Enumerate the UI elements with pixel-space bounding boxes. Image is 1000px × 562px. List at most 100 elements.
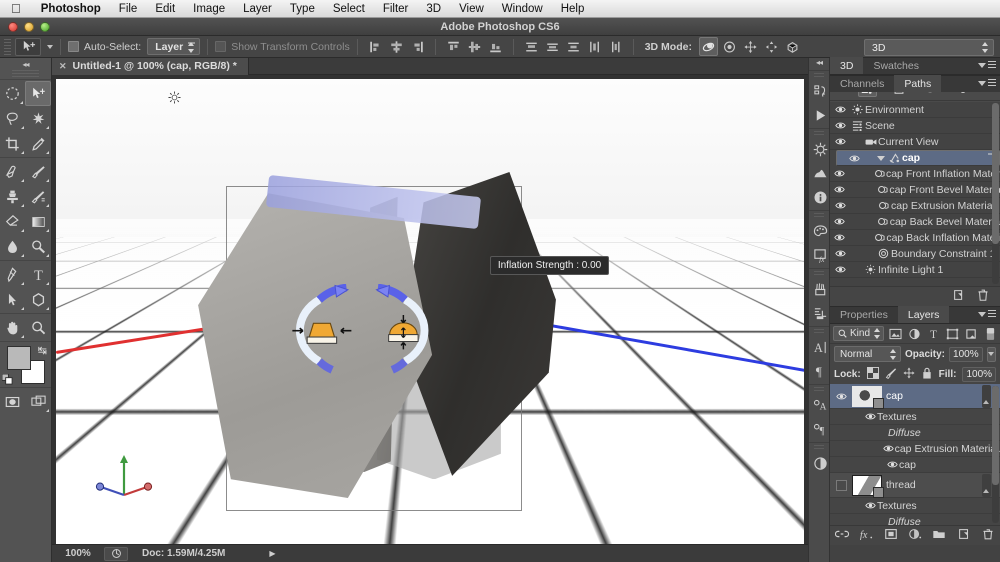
panel-menu-icon[interactable] <box>978 310 996 318</box>
rail-grip[interactable] <box>814 73 824 78</box>
history-brush-tool[interactable] <box>26 184 52 209</box>
lock-position-icon[interactable] <box>903 367 915 382</box>
align-horizontal-centers-icon[interactable] <box>387 37 406 56</box>
scene-item-environment[interactable]: Environment <box>830 102 1000 118</box>
scene-item-cap[interactable]: cap <box>836 150 1000 166</box>
distribute-bottom-icon[interactable] <box>564 37 583 56</box>
filter-image-icon[interactable] <box>889 326 903 341</box>
tab-layers[interactable]: Layers <box>898 306 950 323</box>
layer-row[interactable]: Diffuse <box>830 425 1000 441</box>
panel-menu-icon[interactable] <box>978 79 996 87</box>
sub-visibility-icon[interactable] <box>881 444 894 453</box>
zoom-tool[interactable] <box>26 315 52 340</box>
layers-panel-scrollbar[interactable] <box>992 386 999 523</box>
fill-value[interactable]: 100% <box>962 367 996 382</box>
lock-all-icon[interactable] <box>921 367 933 382</box>
scene-item-current-view[interactable]: Current View <box>830 134 1000 150</box>
brush-presets-icon[interactable] <box>809 277 831 301</box>
pan-3d-icon[interactable] <box>741 37 760 56</box>
layer-row[interactable]: Diffuse <box>830 514 1000 525</box>
distribute-left-icon[interactable] <box>585 37 604 56</box>
filter-shape-icon[interactable] <box>946 326 960 341</box>
menu-window[interactable]: Window <box>493 0 552 18</box>
tab-channels[interactable]: Channels <box>830 75 894 92</box>
visibility-toggle-icon[interactable] <box>830 233 848 242</box>
layer-row[interactable]: Textures <box>830 409 1000 425</box>
inflation-strength-icon[interactable] <box>363 315 444 350</box>
infinite-light-widget-icon[interactable] <box>168 91 181 104</box>
document-tab[interactable]: ✕ Untitled-1 @ 100% (cap, RGB/8) * <box>52 58 249 75</box>
scrollbar-thumb[interactable] <box>992 103 999 244</box>
character-styles-icon[interactable]: A <box>809 393 831 417</box>
new-item-icon[interactable] <box>952 288 966 305</box>
menu-type[interactable]: Type <box>281 0 324 18</box>
layer-filter-kind-dropdown[interactable]: Kind <box>833 326 884 341</box>
lock-image-pixels-icon[interactable] <box>885 367 897 382</box>
styles-fx-icon[interactable]: fx <box>809 243 831 267</box>
trash-icon[interactable] <box>981 528 995 543</box>
hand-tool[interactable] <box>0 315 26 340</box>
history-icon[interactable] <box>809 79 831 103</box>
rail-grip[interactable] <box>814 131 824 136</box>
stepper-icon[interactable] <box>982 42 989 53</box>
lock-transparent-pixels-icon[interactable] <box>867 367 879 382</box>
zoom-level[interactable]: 100% <box>52 548 104 559</box>
scene-item-boundary-constraint-1[interactable]: Boundary Constraint 1 <box>830 246 1000 262</box>
path-selection-tool[interactable] <box>0 287 26 312</box>
rail-grip[interactable] <box>814 213 824 218</box>
lasso-tool[interactable] <box>0 106 26 131</box>
visibility-toggle-icon[interactable] <box>830 137 850 146</box>
align-right-edges-icon[interactable] <box>408 37 427 56</box>
visibility-toggle-icon[interactable] <box>830 265 850 274</box>
rail-grip[interactable] <box>814 271 824 276</box>
layer-row[interactable]: cap <box>830 457 1000 473</box>
pen-tool[interactable] <box>0 262 26 287</box>
opacity-slider-button[interactable] <box>987 347 996 362</box>
distribute-top-icon[interactable] <box>522 37 541 56</box>
scene-item-cap-front-bevel-material[interactable]: cap Front Bevel Material <box>830 182 1000 198</box>
distribute-vcenter-icon[interactable] <box>543 37 562 56</box>
brush-tool[interactable] <box>26 159 52 184</box>
info-icon[interactable] <box>809 185 831 209</box>
marquee-tool[interactable] <box>0 81 25 106</box>
filter-toggle-switch[interactable] <box>983 326 997 341</box>
visibility-toggle-icon[interactable] <box>830 121 850 130</box>
eyedropper-tool[interactable] <box>26 131 52 156</box>
shape-tool[interactable] <box>26 287 52 312</box>
status-menu-icon[interactable] <box>104 547 128 561</box>
color-wheel-icon[interactable] <box>809 137 831 161</box>
fx-icon[interactable]: fx <box>859 528 873 543</box>
layer-row[interactable]: thread <box>830 473 1000 498</box>
stepper-icon[interactable] <box>188 42 195 53</box>
rail-grip[interactable] <box>814 445 824 450</box>
menu-help[interactable]: Help <box>552 0 594 18</box>
layer-thumbnail[interactable] <box>852 386 882 407</box>
visibility-toggle-icon[interactable] <box>830 201 850 210</box>
blend-mode-dropdown[interactable]: Normal <box>834 346 901 362</box>
show-transform-controls-checkbox[interactable] <box>215 41 226 52</box>
screen-mode-icon[interactable] <box>26 389 52 414</box>
quick-mask-icon[interactable] <box>0 389 26 414</box>
blur-tool[interactable] <box>0 234 26 259</box>
toolbar-grip[interactable] <box>12 70 39 77</box>
roll-3d-icon[interactable] <box>720 37 739 56</box>
menu-3d[interactable]: 3D <box>417 0 450 18</box>
folder-icon[interactable] <box>932 528 946 543</box>
stepper-icon[interactable] <box>874 328 881 339</box>
spot-healing-tool[interactable] <box>0 159 26 184</box>
slide-3d-icon[interactable] <box>762 37 781 56</box>
rail-grip[interactable] <box>814 387 824 392</box>
3d-extrude-hud[interactable] <box>250 284 474 377</box>
layer-row[interactable]: cap <box>830 384 1000 409</box>
panel-menu-icon[interactable] <box>978 61 996 69</box>
scene-item-infinite-light-1[interactable]: Infinite Light 1 <box>830 262 1000 278</box>
3d-scene-list[interactable]: EnvironmentSceneCurrent Viewcapcap Front… <box>830 102 1000 286</box>
options-bar-grip[interactable] <box>4 39 11 55</box>
scene-item-cap-front-inflation-material[interactable]: cap Front Inflation Material <box>830 166 1000 182</box>
apple-icon[interactable]:  <box>0 2 32 15</box>
clone-source-icon[interactable] <box>809 301 831 325</box>
layer-visibility-toggle[interactable] <box>830 480 852 491</box>
visibility-toggle-icon[interactable] <box>830 105 850 114</box>
active-tool-preset[interactable] <box>15 38 41 56</box>
menu-edit[interactable]: Edit <box>146 0 184 18</box>
